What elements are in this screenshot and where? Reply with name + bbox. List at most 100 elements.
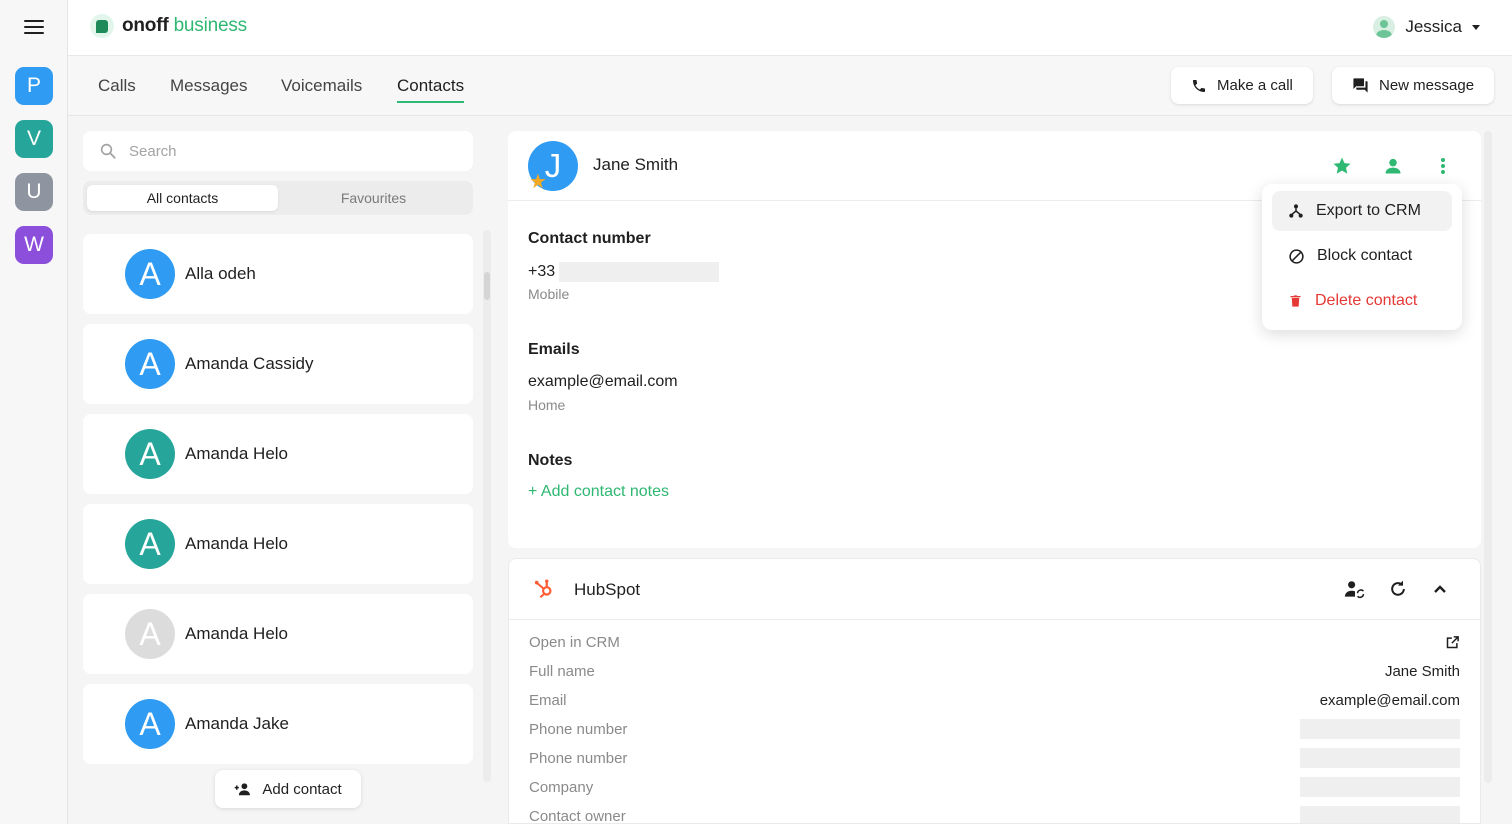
filter-all-contacts[interactable]: All contacts [87, 185, 278, 211]
hubspot-title: HubSpot [574, 580, 641, 599]
new-message-button[interactable]: New message [1332, 67, 1495, 104]
more-vertical-icon[interactable] [1430, 153, 1456, 179]
list-scrollbar-thumb[interactable] [484, 272, 490, 300]
list-item[interactable]: A Amanda Cassidy [83, 324, 473, 404]
hubspot-row-label: Email [529, 691, 567, 709]
person-icon[interactable] [1380, 153, 1406, 179]
share-icon [1289, 204, 1303, 218]
favourite-badge-icon: ★ [529, 171, 547, 193]
contact-name: Alla odeh [185, 264, 256, 283]
star-icon[interactable] [1329, 153, 1355, 179]
emails-label: Emails [528, 341, 580, 358]
hubspot-row-phone: Phone number [529, 747, 1460, 769]
tab-messages[interactable]: Messages [170, 76, 247, 102]
workspace-v[interactable]: V [15, 120, 53, 158]
redacted-value [1300, 806, 1460, 823]
tab-calls[interactable]: Calls [98, 76, 136, 102]
workspace-rail: P V U W [0, 0, 68, 824]
hubspot-row-phone: Phone number [529, 718, 1460, 740]
contact-number-label: Contact number [528, 230, 651, 247]
contact-name: Amanda Cassidy [185, 354, 314, 373]
hubspot-row-label: Phone number [529, 720, 628, 738]
export-label: Export to CRM [1316, 202, 1421, 219]
add-notes-link[interactable]: + Add contact notes [528, 483, 669, 501]
email-value: example@email.com [528, 373, 678, 390]
hubspot-card: HubSpot Open in CRM Full name Jane Smith… [508, 558, 1481, 824]
brand-name: onoff business [122, 15, 247, 36]
hubspot-row-label: Open in CRM [529, 633, 620, 651]
detail-scrollbar[interactable] [1484, 131, 1492, 783]
email-type: Home [528, 397, 566, 413]
hubspot-logo-icon [534, 579, 552, 599]
brand-logo[interactable]: onoff business [90, 14, 247, 38]
top-bar: onoff business Jessica [68, 0, 1512, 56]
hubspot-header: HubSpot [509, 559, 1480, 620]
list-item[interactable]: A Amanda Helo [83, 414, 473, 494]
user-menu[interactable]: Jessica [1373, 16, 1480, 38]
list-item[interactable]: A Amanda Jake [83, 684, 473, 764]
search-icon [100, 143, 116, 159]
contact-name: Amanda Helo [185, 624, 289, 643]
hubspot-row-contact-owner: Contact owner [529, 805, 1460, 824]
new-message-label: New message [1379, 77, 1475, 94]
tab-voicemails[interactable]: Voicemails [281, 76, 362, 102]
phone-icon [1193, 79, 1205, 92]
redacted-value [1300, 748, 1460, 768]
filter-favourites[interactable]: Favourites [278, 185, 469, 211]
caret-down-icon [1472, 24, 1480, 30]
contact-actions-menu: Export to CRM Block contact Delete conta… [1262, 184, 1462, 330]
block-icon [1289, 248, 1304, 264]
redacted-value [1300, 777, 1460, 797]
hubspot-row-label: Contact owner [529, 807, 626, 824]
hubspot-row-full-name: Full name Jane Smith [529, 660, 1460, 682]
search-input[interactable] [129, 142, 429, 160]
person-sync-icon[interactable] [1342, 576, 1368, 602]
avatar: A [125, 429, 175, 479]
redacted-value [1300, 719, 1460, 739]
contact-name: Amanda Helo [185, 534, 289, 553]
user-avatar [1373, 16, 1396, 38]
avatar: A [125, 609, 175, 659]
avatar: A [125, 249, 175, 299]
contact-filter: All contacts Favourites [83, 181, 473, 215]
notes-label: Notes [528, 452, 573, 469]
logo-icon [90, 14, 114, 38]
hubspot-row-open-crm: Open in CRM [529, 631, 1460, 653]
contact-detail-name: Jane Smith [593, 155, 679, 174]
hubspot-row-label: Phone number [529, 749, 628, 767]
hubspot-row-company: Company [529, 776, 1460, 798]
menu-icon[interactable] [24, 20, 44, 36]
workspace-w[interactable]: W [15, 226, 53, 264]
avatar: A [125, 339, 175, 389]
phone-type: Mobile [528, 286, 570, 302]
hubspot-row-value: Jane Smith [1384, 662, 1460, 680]
list-item[interactable]: A Amanda Helo [83, 594, 473, 674]
chat-icon [1353, 78, 1368, 93]
user-name: Jessica [1405, 17, 1462, 36]
list-item[interactable]: A Amanda Helo [83, 504, 473, 584]
export-to-crm-item[interactable]: Export to CRM [1272, 191, 1452, 231]
contact-name: Amanda Jake [185, 714, 289, 733]
contact-list: A Alla odeh A Amanda Cassidy A Amanda He… [83, 234, 473, 782]
list-scrollbar[interactable] [483, 230, 491, 782]
workspace-p[interactable]: P [15, 67, 53, 105]
tab-contacts[interactable]: Contacts [397, 76, 465, 103]
block-contact-item[interactable]: Block contact [1272, 236, 1452, 276]
delete-label: Delete contact [1315, 292, 1418, 309]
phone-number: +33 [528, 262, 720, 282]
workspace-u[interactable]: U [15, 173, 53, 211]
block-label: Block contact [1317, 247, 1413, 264]
hubspot-row-email: Email example@email.com [529, 689, 1460, 711]
external-link-icon[interactable] [1445, 635, 1460, 650]
add-contact-button[interactable]: Add contact [215, 770, 361, 808]
hubspot-row-label: Company [529, 778, 594, 796]
list-item[interactable]: A Alla odeh [83, 234, 473, 314]
refresh-icon[interactable] [1385, 576, 1411, 602]
trash-icon [1290, 295, 1301, 307]
contact-name: Amanda Helo [185, 444, 289, 463]
make-call-button[interactable]: Make a call [1171, 67, 1313, 104]
delete-contact-item[interactable]: Delete contact [1272, 281, 1452, 321]
nav-row: Calls Messages Voicemails Contacts Make … [68, 56, 1512, 116]
chevron-up-icon[interactable] [1427, 576, 1453, 602]
make-call-label: Make a call [1217, 77, 1293, 94]
